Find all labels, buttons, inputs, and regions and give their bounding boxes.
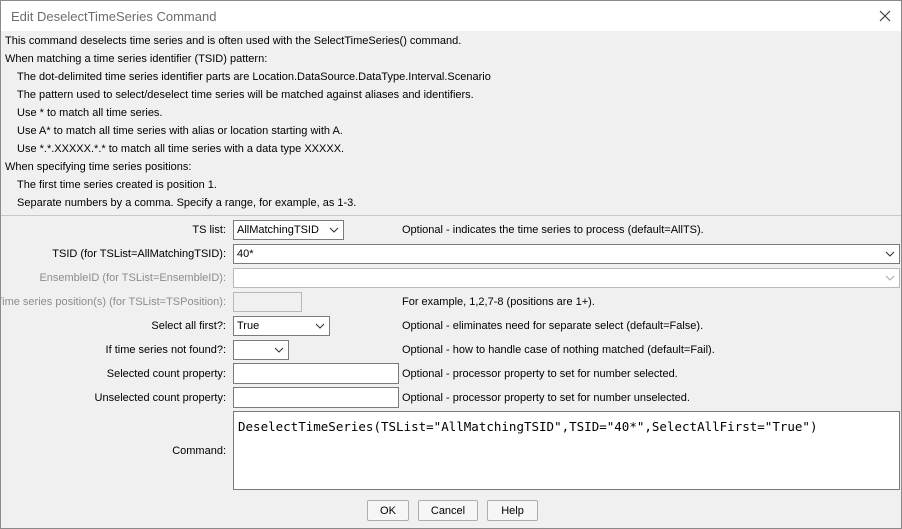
ts-list-note: Optional - indicates the time series to …	[402, 224, 704, 236]
description-line: Use * to match all time series.	[17, 107, 163, 119]
chevron-down-icon	[315, 323, 325, 329]
select-all-first-select[interactable]: True	[233, 316, 330, 336]
command-text: DeselectTimeSeries(TSList="AllMatchingTS…	[238, 419, 818, 434]
description-line: Separate numbers by a comma. Specify a r…	[17, 197, 357, 209]
if-not-found-select[interactable]	[233, 340, 289, 360]
ts-list-value: AllMatchingTSID	[237, 224, 319, 236]
description-line: When specifying time series positions:	[5, 161, 192, 173]
description-line: When matching a time series identifier (…	[5, 53, 268, 65]
window-title: Edit DeselectTimeSeries Command	[11, 9, 217, 24]
unselected-count-label: Unselected count property:	[94, 392, 226, 404]
select-all-first-note: Optional - eliminates need for separate …	[402, 320, 704, 332]
ts-position-note: For example, 1,2,7-8 (positions are 1+).	[402, 296, 595, 308]
close-button[interactable]	[873, 5, 897, 27]
command-textarea[interactable]: DeselectTimeSeries(TSList="AllMatchingTS…	[233, 411, 900, 490]
if-not-found-note: Optional - how to handle case of nothing…	[402, 344, 715, 356]
description-line: This command deselects time series and i…	[5, 35, 462, 47]
description-line: The dot-delimited time series identifier…	[17, 71, 491, 83]
description-line: Use *.*.XXXXX.*.* to match all time seri…	[17, 143, 345, 155]
ts-position-label: Time series position(s) (for TSList=TSPo…	[0, 296, 226, 308]
description-line: The first time series created is positio…	[17, 179, 217, 191]
unselected-count-input[interactable]	[233, 387, 399, 408]
command-label: Command:	[172, 445, 226, 457]
select-all-first-value: True	[237, 320, 260, 332]
ok-button[interactable]: OK	[367, 500, 409, 521]
ensemble-id-label: EnsembleID (for TSList=EnsembleID):	[39, 272, 226, 284]
selected-count-input[interactable]	[233, 363, 399, 384]
if-not-found-label: If time series not found?:	[105, 344, 226, 356]
chevron-down-icon	[885, 251, 895, 257]
ensemble-id-combo[interactable]	[233, 268, 900, 288]
title-bar: Edit DeselectTimeSeries Command	[1, 1, 901, 31]
ts-list-select[interactable]: AllMatchingTSID	[233, 220, 344, 240]
tsid-combo[interactable]: 40*	[233, 244, 900, 264]
unselected-count-note: Optional - processor property to set for…	[402, 392, 690, 404]
cancel-button[interactable]: Cancel	[418, 500, 478, 521]
selected-count-note: Optional - processor property to set for…	[402, 368, 678, 380]
ts-list-label: TS list:	[192, 224, 226, 236]
description-line: The pattern used to select/deselect time…	[17, 89, 474, 101]
chevron-down-icon	[329, 227, 339, 233]
help-button[interactable]: Help	[487, 500, 538, 521]
deselect-time-series-dialog: Edit DeselectTimeSeries Command This com…	[0, 0, 902, 529]
chevron-down-icon	[274, 347, 284, 353]
select-all-first-label: Select all first?:	[151, 320, 226, 332]
ts-position-input[interactable]	[233, 292, 302, 312]
description-line: Use A* to match all time series with ali…	[17, 125, 343, 137]
separator	[1, 215, 901, 216]
tsid-label: TSID (for TSList=AllMatchingTSID):	[52, 248, 226, 260]
tsid-value: 40*	[237, 248, 254, 260]
selected-count-label: Selected count property:	[106, 368, 226, 380]
chevron-down-icon	[885, 275, 895, 281]
close-icon	[879, 10, 891, 22]
